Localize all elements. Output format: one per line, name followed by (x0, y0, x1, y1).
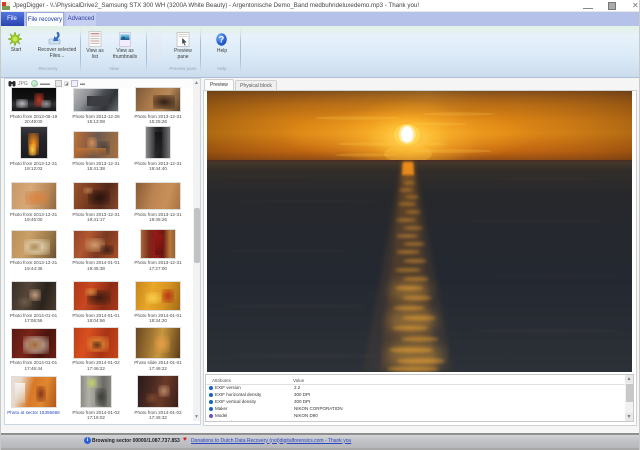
svg-text:?: ? (219, 35, 225, 45)
